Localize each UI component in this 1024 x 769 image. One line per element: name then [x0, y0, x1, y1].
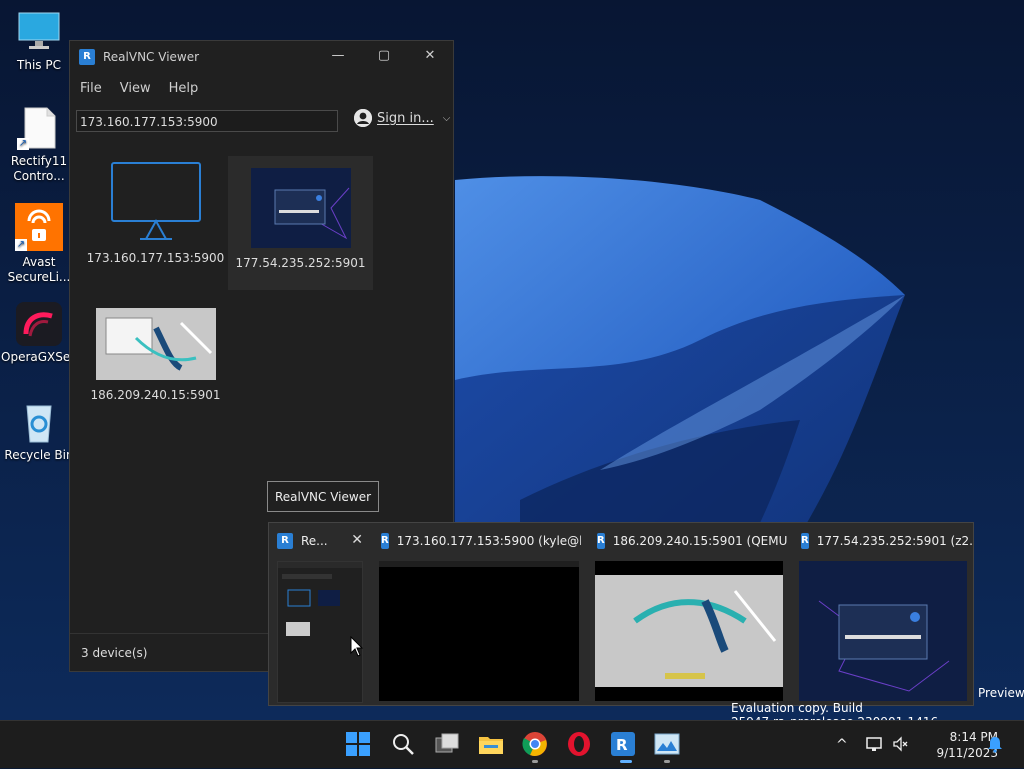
device-tile[interactable]: 186.209.240.15:5901	[83, 308, 228, 428]
close-button[interactable]: ✕	[407, 41, 453, 71]
tray-overflow-chevron[interactable]: ^	[836, 737, 848, 753]
opera-icon[interactable]	[566, 731, 592, 757]
maximize-button[interactable]: ▢	[361, 41, 407, 71]
svg-text:R: R	[616, 736, 628, 754]
desktop-icon-label: Rectify11 Contro...	[10, 154, 68, 183]
chevron-down-icon[interactable]: ⌵	[443, 113, 451, 124]
desktop-icon-label: Recycle Bin	[4, 448, 74, 462]
preview-thumbnail	[379, 561, 579, 701]
search-icon[interactable]	[390, 731, 416, 757]
window-titlebar[interactable]: R RealVNC Viewer — ▢ ✕	[70, 41, 453, 73]
desktop-icon-avast[interactable]: ↗ Avast SecureLi...	[1, 203, 77, 285]
lock-icon: ↗	[15, 203, 63, 251]
preview-card-177[interactable]: R 177.54.235.252:5901 (z2...	[793, 523, 973, 707]
menu-bar: File View Help	[70, 73, 453, 103]
preview-title: 186.209.240.15:5901 (QEMU ...	[612, 534, 789, 548]
window-title: RealVNC Viewer	[103, 50, 200, 64]
taskbar: R ^ 8:14 PM 9/11/2023	[0, 720, 1024, 768]
system-tray: ^	[836, 721, 908, 769]
running-indicator	[620, 760, 632, 763]
desktop-icon-recycle-bin[interactable]: Recycle Bin	[1, 400, 77, 463]
preview-title: 177.54.235.252:5901 (z2...	[816, 534, 973, 548]
chrome-icon[interactable]	[522, 731, 548, 757]
mouse-cursor-icon	[350, 635, 364, 658]
minimize-button[interactable]: —	[315, 41, 361, 71]
network-icon[interactable]	[865, 736, 884, 755]
desktop-icon-this-pc[interactable]: This PC	[1, 10, 77, 73]
desktop-icon-label: OperaGXSe...	[1, 350, 82, 364]
realvnc-logo-icon: R	[597, 533, 605, 549]
volume-muted-icon[interactable]	[892, 735, 908, 755]
preview-watermark: Preview	[978, 686, 1024, 700]
photo-icon[interactable]	[654, 731, 680, 757]
task-view-icon[interactable]	[434, 731, 460, 757]
address-input[interactable]: 173.160.177.153:5900	[76, 110, 338, 132]
menu-help[interactable]: Help	[169, 81, 199, 96]
desktop-icon-label: This PC	[17, 58, 61, 72]
realvnc-icon[interactable]: R	[610, 731, 636, 757]
preview-title: 173.160.177.153:5900 (kyle@lu...	[396, 534, 581, 548]
desktop-icon-rectify11[interactable]: ↗ Rectify11 Contro...	[1, 106, 77, 184]
preview-thumbnail	[595, 561, 783, 701]
file-explorer-icon[interactable]	[478, 731, 504, 757]
realvnc-logo-icon: R	[801, 533, 809, 549]
preview-title: Re...	[301, 534, 328, 548]
desktop-icon-operagx[interactable]: OperaGXSe...	[1, 302, 82, 365]
preview-card-realvnc[interactable]: R Re... ✕	[269, 523, 369, 707]
device-label: 177.54.235.252:5901	[235, 256, 366, 270]
recycle-bin-icon	[17, 400, 61, 444]
start-icon[interactable]	[345, 731, 371, 757]
preview-card-186[interactable]: R 186.209.240.15:5901 (QEMU ...	[589, 523, 789, 707]
desktop-icon-label: Avast SecureLi...	[7, 255, 71, 284]
menu-file[interactable]: File	[80, 81, 102, 96]
shortcut-arrow-icon: ↗	[15, 239, 27, 251]
notification-bell-icon[interactable]	[986, 735, 1004, 753]
sign-in-label: Sign in...	[377, 110, 434, 126]
realvnc-logo-icon: R	[381, 533, 389, 549]
user-icon	[354, 109, 372, 127]
device-label: 186.209.240.15:5901	[90, 388, 221, 402]
close-icon[interactable]: ✕	[351, 532, 363, 548]
running-indicator	[664, 760, 670, 763]
preview-card-173[interactable]: R 173.160.177.153:5900 (kyle@lu...	[373, 523, 581, 707]
sign-in-button[interactable]: Sign in... ⌵	[354, 109, 450, 127]
monitor-icon	[108, 159, 204, 243]
device-thumbnail	[95, 308, 216, 380]
device-label: 173.160.177.153:5900	[86, 251, 225, 265]
monitor-icon	[17, 10, 61, 54]
preview-thumbnail	[799, 561, 967, 701]
shortcut-arrow-icon: ↗	[17, 138, 29, 150]
address-row: 173.160.177.153:5900 Sign in... ⌵	[70, 103, 453, 139]
taskbar-preview-strip: R Re... ✕ R 173.160.177.153:5900 (kyle@l…	[268, 522, 974, 706]
window-controls: — ▢ ✕	[315, 41, 453, 71]
realvnc-logo-icon: R	[277, 533, 293, 549]
realvnc-logo-icon: R	[79, 49, 95, 65]
opera-gx-icon	[16, 302, 62, 346]
device-thumbnail	[250, 168, 351, 248]
running-indicator	[532, 760, 538, 763]
device-tile[interactable]: 177.54.235.252:5901	[228, 156, 373, 290]
taskbar-tooltip: RealVNC Viewer	[267, 481, 379, 512]
preview-thumbnail	[277, 561, 363, 703]
device-tile[interactable]: 173.160.177.153:5900	[83, 159, 228, 279]
document-icon: ↗	[17, 106, 61, 150]
menu-view[interactable]: View	[120, 81, 151, 96]
